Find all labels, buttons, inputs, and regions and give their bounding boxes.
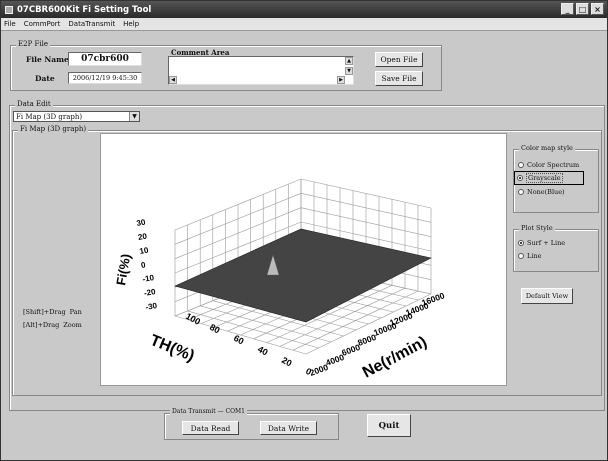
date-field[interactable]: 2006/12/19 9:45:30	[68, 72, 142, 84]
color-spectrum-radio[interactable]: Color Spectrum	[518, 161, 579, 169]
x-tick-label: 40	[256, 344, 270, 358]
z-axis-label: Fi(%)	[113, 253, 133, 287]
quit-button[interactable]: Quit	[367, 414, 411, 437]
radio-selected-icon	[518, 240, 524, 246]
file-name-field[interactable]: 07cbr600	[68, 52, 142, 66]
maximize-button[interactable]: □	[576, 3, 589, 15]
menu-commport[interactable]: CommPort	[24, 20, 61, 28]
map-select-value: Fi Map (3D graph)	[16, 112, 83, 121]
minimize-button[interactable]: _	[561, 3, 574, 15]
date-label: Date	[35, 74, 55, 83]
radio-selected-icon	[517, 175, 523, 181]
scroll-right-icon[interactable]: ▶	[337, 76, 345, 84]
zoom-hint-key: [Alt]+Drag	[23, 321, 60, 329]
chevron-down-icon: ▼	[129, 112, 139, 121]
data-transmit-label: Data Transmit — COM1	[170, 408, 248, 415]
color-map-style-label: Color map style	[519, 144, 575, 152]
scroll-left-icon[interactable]: ◀	[169, 76, 177, 84]
color-spectrum-label: Color Spectrum	[527, 161, 580, 169]
grayscale-label: Grayscale	[526, 173, 563, 183]
data-edit-group-label: Data Edit	[15, 100, 53, 108]
default-view-button[interactable]: Default View	[521, 288, 573, 304]
z-tick-label: -10	[142, 273, 155, 284]
map-select[interactable]: Fi Map (3D graph) ▼	[13, 111, 140, 122]
menu-help[interactable]: Help	[123, 20, 139, 28]
none-blue-radio[interactable]: None(Blue)	[518, 188, 565, 196]
line-radio[interactable]: Line	[518, 252, 541, 260]
zoom-hint: [Alt]+Drag Zoom	[23, 321, 82, 329]
z-tick-label: -20	[143, 287, 156, 298]
date-value: 2006/12/19 9:45:30	[72, 74, 138, 82]
scroll-up-icon[interactable]: ▲	[345, 57, 353, 65]
radio-icon	[518, 162, 524, 168]
z-tick-label: -30	[145, 301, 158, 312]
data-read-button[interactable]: Data Read	[182, 421, 239, 435]
com-port-label: COM1	[225, 408, 246, 415]
open-file-button[interactable]: Open File	[375, 52, 423, 67]
line-label: Line	[527, 252, 542, 260]
close-button[interactable]: ×	[591, 3, 604, 15]
surf-line-label: Surf + Line	[527, 239, 566, 247]
data-transmit-title: Data Transmit	[172, 408, 216, 415]
x-tick-label: 80	[208, 322, 222, 336]
comment-area-input[interactable]: ▲ ▼ ◀ ▶	[168, 56, 354, 85]
z-tick-label: 20	[137, 231, 148, 242]
data-write-button[interactable]: Data Write	[260, 421, 317, 435]
fimap-group-label: Fi Map (3D graph)	[18, 125, 89, 133]
app-icon	[5, 5, 13, 14]
pan-hint-key: [Shift]+Drag	[23, 308, 66, 316]
data-transmit-group: Data Transmit — COM1 Data Read Data Writ…	[164, 408, 339, 440]
file-name-label: File Name	[26, 55, 69, 64]
z-tick-label: 10	[139, 245, 150, 256]
application-window: 07CBR600Kit Fi Setting Tool _ □ × File C…	[0, 0, 608, 461]
grayscale-radio[interactable]: Grayscale	[514, 171, 584, 185]
surf-line-radio[interactable]: Surf + Line	[518, 239, 565, 247]
x-tick-label: 20	[280, 355, 294, 369]
menu-file[interactable]: File	[4, 20, 16, 28]
x-tick-label: 100	[184, 311, 202, 327]
menu-bar: File CommPort DataTransmit Help	[1, 18, 607, 31]
title-bar: 07CBR600Kit Fi Setting Tool _ □ ×	[1, 1, 607, 18]
x-tick-label: 60	[232, 333, 246, 347]
z-tick-label: 30	[136, 217, 147, 228]
scroll-down-icon[interactable]: ▼	[345, 67, 353, 75]
x-axis-label: TH(%)	[148, 332, 197, 365]
pan-hint: [Shift]+Drag Pan	[23, 308, 82, 316]
none-blue-label: None(Blue)	[527, 188, 565, 196]
plot-style-group: Plot Style	[513, 224, 599, 272]
pan-hint-action: Pan	[69, 308, 82, 316]
fi-map-3d-svg: 3020100-10-20-30100806040200200040006000…	[113, 178, 446, 382]
window-title: 07CBR600Kit Fi Setting Tool	[17, 4, 152, 15]
plot-style-label: Plot Style	[519, 224, 555, 232]
e2p-file-group: E2P File File Name 07cbr600 Date 2006/12…	[10, 40, 442, 91]
z-tick-label: 0	[140, 260, 146, 270]
file-name-value: 07cbr600	[81, 54, 129, 64]
save-file-button[interactable]: Save File	[375, 71, 423, 86]
zoom-hint-action: Zoom	[63, 321, 82, 329]
y-tick-label: 16000	[420, 290, 446, 308]
radio-icon	[518, 253, 524, 259]
e2p-file-group-label: E2P File	[16, 40, 50, 48]
fi-map-3d-graph[interactable]: 30 20 10 0 -10 -20 -30 100 80 60 40 20 0 2000 4000 6000…	[100, 133, 507, 386]
menu-datatransmit[interactable]: DataTransmit	[68, 20, 115, 28]
radio-icon	[518, 189, 524, 195]
